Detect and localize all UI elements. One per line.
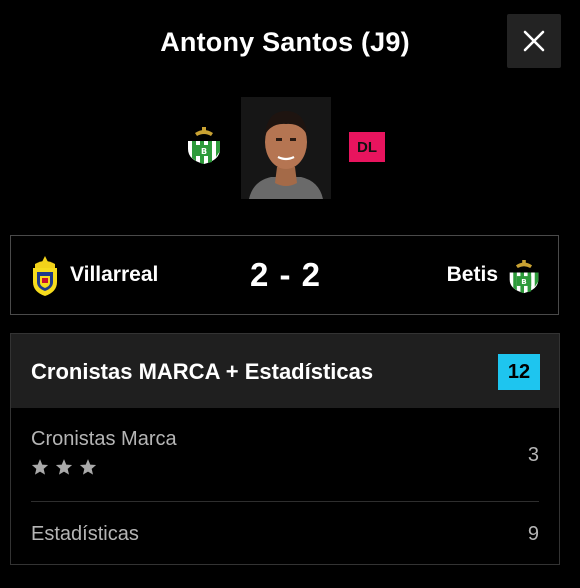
estadisticas-value: 9 (527, 523, 539, 545)
ratings-header: Cronistas MARCA + Estadísticas 12 (11, 334, 559, 408)
close-icon (523, 30, 545, 52)
close-button[interactable] (507, 14, 561, 68)
betis-crest-icon: B (509, 260, 539, 294)
total-score-badge: 12 (498, 354, 540, 390)
player-photo (241, 97, 331, 199)
star-icon (79, 459, 97, 475)
divider (31, 501, 539, 502)
svg-text:B: B (521, 277, 526, 286)
ratings-title: Cronistas MARCA + Estadísticas (31, 359, 374, 384)
cronistas-value: 3 (527, 444, 539, 466)
player-header: B DL (0, 97, 580, 199)
match-result: Villarreal 2 - 2 Betis B (10, 235, 559, 315)
estadisticas-label: Estadísticas (31, 523, 139, 545)
away-team-name: Betis (446, 263, 498, 286)
player-title: Antony Santos (J9) (160, 27, 410, 57)
star-icon (31, 459, 49, 475)
cronistas-label: Cronistas Marca (31, 428, 177, 450)
cronistas-stars (31, 458, 97, 476)
betis-crest-icon: B (188, 127, 220, 164)
star-icon (55, 459, 73, 475)
svg-text:B: B (201, 147, 207, 156)
position-badge: DL (349, 132, 385, 162)
ratings-card: Cronistas MARCA + Estadísticas 12 Cronis… (10, 333, 560, 565)
